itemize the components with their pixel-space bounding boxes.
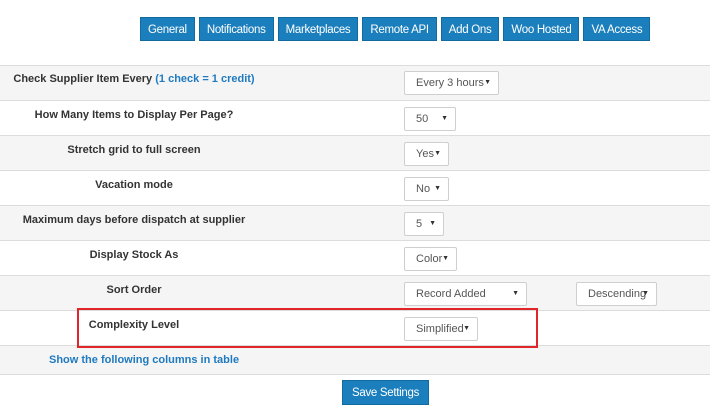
caret-down-icon: ▼ xyxy=(512,290,519,297)
caret-down-icon: ▼ xyxy=(434,150,441,157)
setting-row-complexity-level: Complexity Level Simplified ▼ xyxy=(0,311,710,346)
caret-down-icon: ▼ xyxy=(434,185,441,192)
setting-row-vacation-mode: Vacation mode No ▼ xyxy=(0,171,710,206)
setting-row-check-supplier: Check Supplier Item Every (1 check = 1 c… xyxy=(0,66,710,101)
stretch-grid-label: Stretch grid to full screen xyxy=(67,144,201,156)
sort-order-select[interactable]: Record Added ▼ xyxy=(404,282,527,306)
tab-notifications[interactable]: Notifications xyxy=(198,17,274,41)
items-per-page-select[interactable]: 50 ▼ xyxy=(404,107,456,131)
vacation-mode-select[interactable]: No ▼ xyxy=(404,177,449,201)
tab-marketplaces[interactable]: Marketplaces xyxy=(277,17,359,41)
credit-note: (1 check = 1 credit) xyxy=(155,73,255,85)
save-settings-button[interactable]: Save Settings xyxy=(342,380,430,405)
settings-tabs: General Notifications Marketplaces Remot… xyxy=(140,17,651,41)
setting-row-sort-order: Sort Order Record Added ▼ Descending ▼ xyxy=(0,276,710,311)
sort-order-label: Sort Order xyxy=(106,284,162,296)
complexity-level-select[interactable]: Simplified ▼ xyxy=(404,317,478,341)
setting-row-max-days: Maximum days before dispatch at supplier… xyxy=(0,206,710,241)
check-supplier-select[interactable]: Every 3 hours ▼ xyxy=(404,71,499,95)
display-stock-label: Display Stock As xyxy=(89,249,179,261)
tab-add-ons[interactable]: Add Ons xyxy=(440,17,500,41)
tab-general[interactable]: General xyxy=(140,17,195,41)
setting-row-items-per-page: How Many Items to Display Per Page? 50 ▼ xyxy=(0,101,710,136)
display-stock-select[interactable]: Color ▼ xyxy=(404,247,457,271)
tab-woo-hosted[interactable]: Woo Hosted xyxy=(503,17,580,41)
show-columns-link[interactable]: Show the following columns in table xyxy=(49,354,239,366)
tab-remote-api[interactable]: Remote API xyxy=(362,17,437,41)
tab-va-access[interactable]: VA Access xyxy=(583,17,651,41)
items-per-page-label: How Many Items to Display Per Page? xyxy=(34,109,234,121)
caret-down-icon: ▼ xyxy=(484,79,491,86)
setting-row-stretch-grid: Stretch grid to full screen Yes ▼ xyxy=(0,136,710,171)
settings-table: Check Supplier Item Every (1 check = 1 c… xyxy=(0,65,710,375)
stretch-grid-select[interactable]: Yes ▼ xyxy=(404,142,449,166)
vacation-mode-label: Vacation mode xyxy=(95,179,173,191)
caret-down-icon: ▼ xyxy=(463,325,470,332)
caret-down-icon: ▼ xyxy=(441,115,448,122)
caret-down-icon: ▼ xyxy=(642,290,649,297)
caret-down-icon: ▼ xyxy=(442,255,449,262)
caret-down-icon: ▼ xyxy=(429,220,436,227)
setting-row-display-stock: Display Stock As Color ▼ xyxy=(0,241,710,276)
max-days-select[interactable]: 5 ▼ xyxy=(404,212,444,236)
max-days-label: Maximum days before dispatch at supplier xyxy=(22,214,246,226)
complexity-level-label: Complexity Level xyxy=(88,319,180,331)
sort-direction-select[interactable]: Descending ▼ xyxy=(576,282,657,306)
check-supplier-label: Check Supplier Item Every (1 check = 1 c… xyxy=(13,73,255,85)
